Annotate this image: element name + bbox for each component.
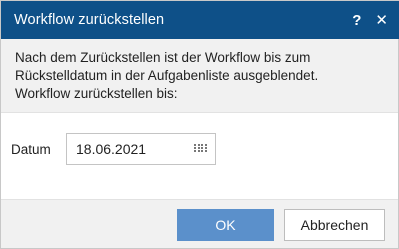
date-input[interactable]: 18.06.2021 (66, 133, 216, 165)
info-text-line-3: Workflow zurückstellen bis: (15, 86, 178, 101)
dialog-title: Workflow zurückstellen (14, 12, 165, 28)
ok-button[interactable]: OK (177, 209, 274, 241)
info-text-line-1: Nach dem Zurückstellen ist der Workflow … (15, 50, 311, 65)
date-value[interactable]: 18.06.2021 (76, 141, 146, 157)
calendar-icon[interactable] (194, 143, 207, 155)
info-panel: Nach dem Zurückstellen ist der Workflow … (1, 39, 398, 113)
dialog-titlebar: Workflow zurückstellen ? ✕ (1, 1, 399, 39)
close-icon[interactable]: ✕ (375, 13, 388, 28)
info-text-line-2: Rückstelldatum in der Aufgabenliste ausg… (15, 68, 319, 83)
date-label: Datum (11, 141, 51, 157)
titlebar-actions: ? ✕ (352, 1, 388, 39)
help-icon[interactable]: ? (352, 13, 361, 28)
cancel-button[interactable]: Abbrechen (284, 209, 385, 241)
date-field-row: Datum 18.06.2021 (11, 133, 216, 165)
dialog-footer: OK Abbrechen (1, 199, 398, 248)
defer-workflow-dialog: Workflow zurückstellen ? ✕ Nach dem Zurü… (0, 0, 399, 249)
